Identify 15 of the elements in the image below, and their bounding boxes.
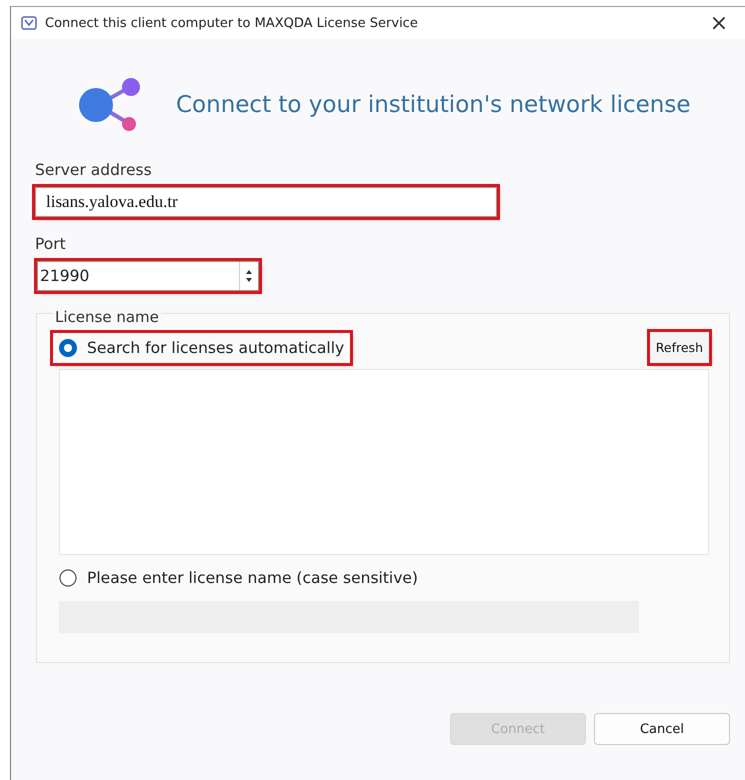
close-button[interactable]: × <box>699 10 739 36</box>
share-logo-icon <box>78 77 142 133</box>
server-address-field[interactable]: lisans.yalova.edu.tr <box>35 187 497 217</box>
dialog-heading: Connect to your institution's network license <box>176 92 690 118</box>
app-icon <box>21 16 37 30</box>
radio-option[interactable]: Search for licenses automatically <box>53 332 350 362</box>
port-field[interactable]: 21990 <box>37 261 259 291</box>
dialog-button[interactable]: Cancel <box>594 713 730 745</box>
radio-button[interactable] <box>59 569 77 587</box>
field-label: Server address <box>35 161 153 179</box>
refresh-button[interactable]: Refresh <box>650 332 709 363</box>
radio-option[interactable]: Please enter license name (case sensitive) <box>53 563 424 593</box>
window-title: Connect this client computer to MAXQDA License Service <box>45 16 419 30</box>
field-label: Port <box>35 235 67 253</box>
radio-button[interactable] <box>59 338 77 356</box>
